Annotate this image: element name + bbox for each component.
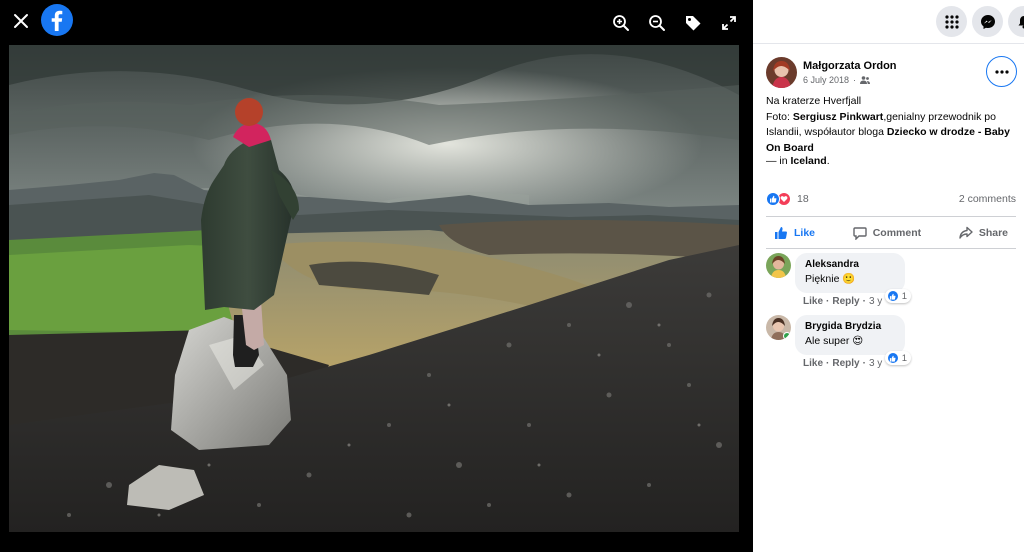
- comment-label: Comment: [872, 227, 922, 239]
- comment-reaction-count: 1: [901, 290, 907, 302]
- comment-icon: [853, 227, 867, 240]
- fullscreen-icon[interactable]: [717, 11, 741, 35]
- comment-reply-link[interactable]: Reply: [832, 296, 859, 307]
- comment-bubble: Brygida Brydzia Ale super 😍 1: [795, 315, 911, 365]
- author-avatar[interactable]: [766, 57, 797, 88]
- checkin-place-link[interactable]: Iceland: [791, 155, 827, 167]
- comment-like-link[interactable]: Like: [803, 296, 823, 307]
- post-date: 6 July 2018 ·: [803, 73, 897, 87]
- comment-item: Brygida Brydzia Ale super 😍 1 Like · Rep…: [766, 315, 911, 369]
- share-icon: [959, 226, 973, 239]
- comment-age[interactable]: 3 y: [869, 358, 882, 369]
- post-caption: Na kraterze Hverfjall Foto: Sergiusz Pin…: [766, 94, 1016, 156]
- comment-reply-link[interactable]: Reply: [832, 358, 859, 369]
- like-button[interactable]: Like: [766, 226, 823, 240]
- panel-header: [753, 0, 1024, 44]
- commenter-name[interactable]: Brygida Brydzia: [805, 320, 895, 334]
- checkin-prefix: — in: [766, 155, 791, 167]
- comment-reactions[interactable]: 1: [884, 289, 911, 303]
- notifications-icon[interactable]: [1008, 6, 1024, 37]
- tagged-person-link[interactable]: Sergiusz Pinkwart: [793, 111, 883, 123]
- like-label: Like: [794, 227, 816, 239]
- close-icon[interactable]: [8, 8, 34, 34]
- online-status-badge: [783, 332, 791, 340]
- like-reaction-icon[interactable]: [766, 192, 780, 206]
- post-photo: [9, 45, 739, 532]
- zoom-in-icon[interactable]: [609, 11, 633, 35]
- zoom-out-icon[interactable]: [645, 11, 669, 35]
- friends-icon: [860, 76, 871, 84]
- checkin-suffix: .: [826, 155, 830, 167]
- commenter-name[interactable]: Aleksandra: [805, 258, 895, 272]
- reaction-count[interactable]: 18: [797, 193, 809, 205]
- share-button[interactable]: Share: [951, 226, 1016, 240]
- tag-icon[interactable]: [681, 11, 705, 35]
- like-reaction-icon: [886, 290, 899, 302]
- viewer-toolbar: [609, 11, 741, 35]
- comment-reaction-count: 1: [901, 352, 907, 364]
- photo-viewer: [0, 0, 753, 552]
- post-checkin: — in Iceland.: [766, 154, 830, 169]
- like-reaction-icon: [886, 352, 899, 364]
- comment-text: Pięknie 🙂: [805, 273, 856, 285]
- comments-count[interactable]: 2 comments: [959, 193, 1016, 205]
- comment-bubble: Aleksandra Pięknie 🙂 1: [795, 253, 911, 303]
- post-author: Małgorzata Ordon 6 July 2018 ·: [766, 57, 897, 88]
- menu-grid-icon[interactable]: [936, 6, 967, 37]
- messenger-icon[interactable]: [972, 6, 1003, 37]
- caption-prefix: Foto:: [766, 110, 793, 123]
- more-icon: [994, 69, 1009, 74]
- post-actions: Like Comment Share: [766, 221, 1016, 245]
- post-date-text[interactable]: 6 July 2018: [803, 73, 849, 87]
- comment-reactions[interactable]: 1: [884, 351, 911, 365]
- author-name[interactable]: Małgorzata Ordon: [803, 59, 897, 73]
- comment-button[interactable]: Comment: [845, 226, 929, 240]
- reactions-summary: 18 2 comments: [766, 192, 1016, 206]
- commenter-avatar[interactable]: [766, 253, 791, 278]
- commenter-avatar[interactable]: [766, 315, 791, 340]
- comment-item: Aleksandra Pięknie 🙂 1 Like · Reply · 3 …: [766, 253, 911, 307]
- more-options-button[interactable]: [986, 56, 1017, 87]
- facebook-logo-icon[interactable]: [41, 4, 73, 36]
- share-label: Share: [978, 227, 1008, 239]
- divider-top: [766, 216, 1016, 217]
- divider-bottom: [766, 248, 1016, 249]
- comment-like-link[interactable]: Like: [803, 358, 823, 369]
- thumbs-up-icon: [775, 227, 787, 239]
- post-panel: Małgorzata Ordon 6 July 2018 · Na krater…: [753, 0, 1024, 552]
- caption-line1: Na kraterze Hverfjall: [766, 95, 862, 107]
- comment-age[interactable]: 3 y: [869, 296, 882, 307]
- comment-text: Ale super 😍: [805, 335, 864, 347]
